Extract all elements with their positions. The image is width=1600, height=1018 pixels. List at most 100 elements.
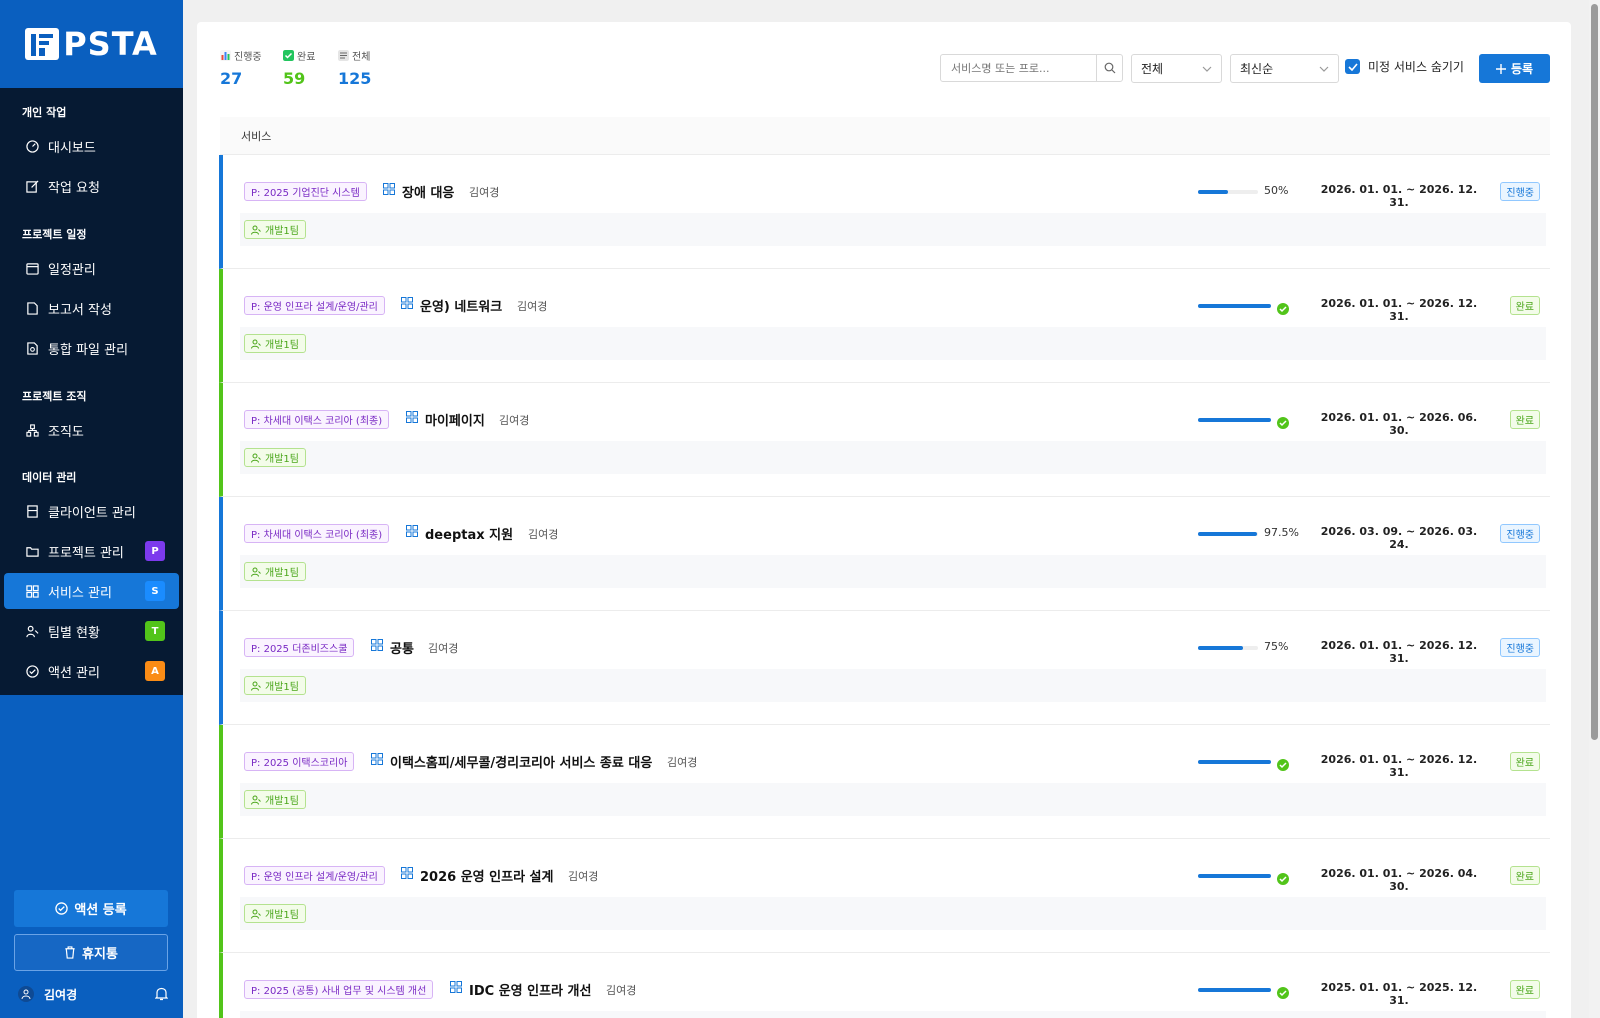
project-tag[interactable]: P: 2025 (공통) 사내 업무 및 시스템 개선 [244,980,434,999]
row-team-line: 개발1팀 [240,897,1546,930]
check-circle-icon [1277,873,1289,885]
project-tag[interactable]: P: 차세대 이택스 코리아 (최종) [244,524,390,543]
service-owner: 김여경 [428,642,459,655]
team-tag[interactable]: 개발1팀 [244,562,306,581]
sidebar-item-work-request[interactable]: 작업 요청 [4,168,179,204]
sidebar-item-schedule[interactable]: 일정관리 [4,250,179,286]
sidebar-item-report[interactable]: 보고서 작성 [4,290,179,326]
brand-name: PSTA [63,25,158,63]
sidebar-item-actions[interactable]: 액션 관리 A [4,653,179,689]
service-name[interactable]: 장애 대응 [383,180,454,202]
table-row[interactable]: P: 운영 인프라 설계/운영/관리 2026 운영 인프라 설계 김여경 2026.… [219,839,1550,953]
service-grid-icon [450,981,462,993]
section-title-schedule: 프로젝트 일정 [22,228,87,241]
trash-button[interactable]: 휴지통 [14,934,168,971]
service-period: 2026. 01. 01. ~ 2026. 12. 31. [1320,297,1478,323]
service-name[interactable]: 운영) 네트워크 [401,294,502,316]
folder-icon [26,546,39,557]
sidebar-item-files[interactable]: 통합 파일 관리 [4,330,179,366]
progress-fill [1198,190,1228,194]
register-action-button[interactable]: 액션 등록 [14,890,168,927]
service-name[interactable]: 이택스홈피/세무콜/경리코리아 서비스 종료 대응 [371,750,652,772]
team-icon [26,625,39,637]
plus-icon [1495,63,1506,74]
service-grid-icon [406,525,418,537]
project-tag[interactable]: P: 차세대 이택스 코리아 (최종) [244,410,390,429]
brand-logo[interactable]: PSTA [0,0,183,88]
user-profile[interactable]: 김여경 [18,982,168,1006]
org-chart-icon [26,423,39,437]
table-row[interactable]: P: 2025 더존비즈스쿨 공통 김여경 75% 2026. 01. 01. ~ 20… [219,611,1550,725]
table-row[interactable]: P: 운영 인프라 설계/운영/관리 운영) 네트워크 김여경 2026. 01. 0… [219,269,1550,383]
check-circle-icon [1277,417,1289,429]
service-name-text: 이택스홈피/세무콜/경리코리아 서비스 종료 대응 [390,755,653,771]
progress-fill [1198,532,1257,536]
team-tag[interactable]: 개발1팀 [244,790,306,809]
search-button[interactable] [1096,55,1122,81]
sidebar-item-dashboard[interactable]: 대시보드 [4,128,179,164]
sidebar-item-services[interactable]: 서비스 관리 S [4,573,179,609]
stat-value: 125 [338,69,372,88]
scrollbar[interactable] [1589,0,1600,1018]
sidebar-item-org-chart[interactable]: 조직도 [4,412,179,448]
service-owner: 김여경 [667,756,698,769]
service-owner: 김여경 [469,186,500,199]
stat-caption: 전체 [338,48,371,63]
progress-percent: 97.5% [1264,526,1299,539]
sidebar-item-label: 통합 파일 관리 [48,342,129,358]
project-tag[interactable]: P: 운영 인프라 설계/운영/관리 [244,866,385,885]
team-tag[interactable]: 개발1팀 [244,676,306,695]
sort-select[interactable]: 최신순 [1230,54,1339,83]
status-filter-select[interactable]: 전체 [1131,54,1222,83]
team-tag-label: 개발1팀 [265,226,299,237]
team-status-badge: T [145,621,165,641]
sidebar-item-clients[interactable]: 클라이언트 관리 [4,493,179,529]
grid-icon [26,584,39,598]
team-tag[interactable]: 개발1팀 [244,334,306,353]
add-service-button[interactable]: 등록 [1479,54,1550,83]
project-tag[interactable]: P: 2025 이택스코리아 [244,752,355,771]
scrollbar-thumb[interactable] [1591,4,1598,740]
table-row[interactable]: P: 차세대 이택스 코리아 (최종) 마이페이지 김여경 2026. 01. 01.… [219,383,1550,497]
service-period: 2026. 01. 01. ~ 2026. 12. 31. [1320,183,1478,209]
service-period: 2026. 01. 01. ~ 2026. 12. 31. [1320,753,1478,779]
service-name[interactable]: deeptax 지원 [406,522,513,544]
register-action-label: 액션 등록 [74,903,127,918]
row-main-line: P: 2025 (공통) 사내 업무 및 시스템 개선 IDC 운영 인프라 개선… [244,978,1550,1007]
sidebar-item-projects[interactable]: 프로젝트 관리 P [4,533,179,569]
hide-unassigned-checkbox[interactable]: 미정 서비스 숨기기 [1345,58,1464,75]
service-period: 2026. 01. 01. ~ 2026. 06. 30. [1320,411,1478,437]
status-badge: 진행중 [1500,638,1540,657]
stat-completed: 완료 59 [283,48,315,88]
service-period: 2025. 01. 01. ~ 2025. 12. 31. [1320,981,1478,1007]
bell-icon[interactable] [155,987,168,1001]
progress-bar [1198,988,1271,992]
team-tag-label: 개발1팀 [265,682,299,693]
table-row[interactable]: P: 2025 (공통) 사내 업무 및 시스템 개선 IDC 운영 인프라 개선… [219,953,1550,1018]
search-input[interactable] [941,55,1096,81]
service-name[interactable]: 공통 [371,636,414,658]
service-name[interactable]: 마이페이지 [406,408,485,430]
check-circle-icon [1277,303,1289,315]
row-main-line: P: 운영 인프라 설계/운영/관리 운영) 네트워크 김여경 2026. 01. 0… [244,294,1550,323]
team-tag[interactable]: 개발1팀 [244,904,306,923]
building-icon [27,504,38,518]
sidebar-item-team-status[interactable]: 팀별 현황 T [4,613,179,649]
project-tag[interactable]: P: 2025 기업진단 시스템 [244,182,367,201]
project-tag[interactable]: P: 2025 더존비즈스쿨 [244,638,355,657]
service-name[interactable]: 2026 운영 인프라 설계 [401,864,553,886]
sidebar-item-label: 팀별 현황 [48,625,100,641]
team-tag[interactable]: 개발1팀 [244,448,306,467]
table-row[interactable]: P: 차세대 이택스 코리아 (최종) deeptax 지원 김여경 97.5% 202… [219,497,1550,611]
table-row[interactable]: P: 2025 이택스코리아 이택스홈피/세무콜/경리코리아 서비스 종료 대응 김… [219,725,1550,839]
check-circle-icon [1277,987,1289,999]
team-icon [251,909,261,919]
table-row[interactable]: P: 2025 기업진단 시스템 장애 대응 김여경 50% 2026. 01. 01.… [219,155,1550,269]
progress-bar [1198,874,1271,878]
progress-bar [1198,418,1271,422]
status-badge: 진행중 [1500,182,1540,201]
checkbox-box[interactable] [1345,59,1360,74]
project-tag[interactable]: P: 운영 인프라 설계/운영/관리 [244,296,385,315]
service-name[interactable]: IDC 운영 인프라 개선 [450,978,591,1000]
team-tag[interactable]: 개발1팀 [244,220,306,239]
